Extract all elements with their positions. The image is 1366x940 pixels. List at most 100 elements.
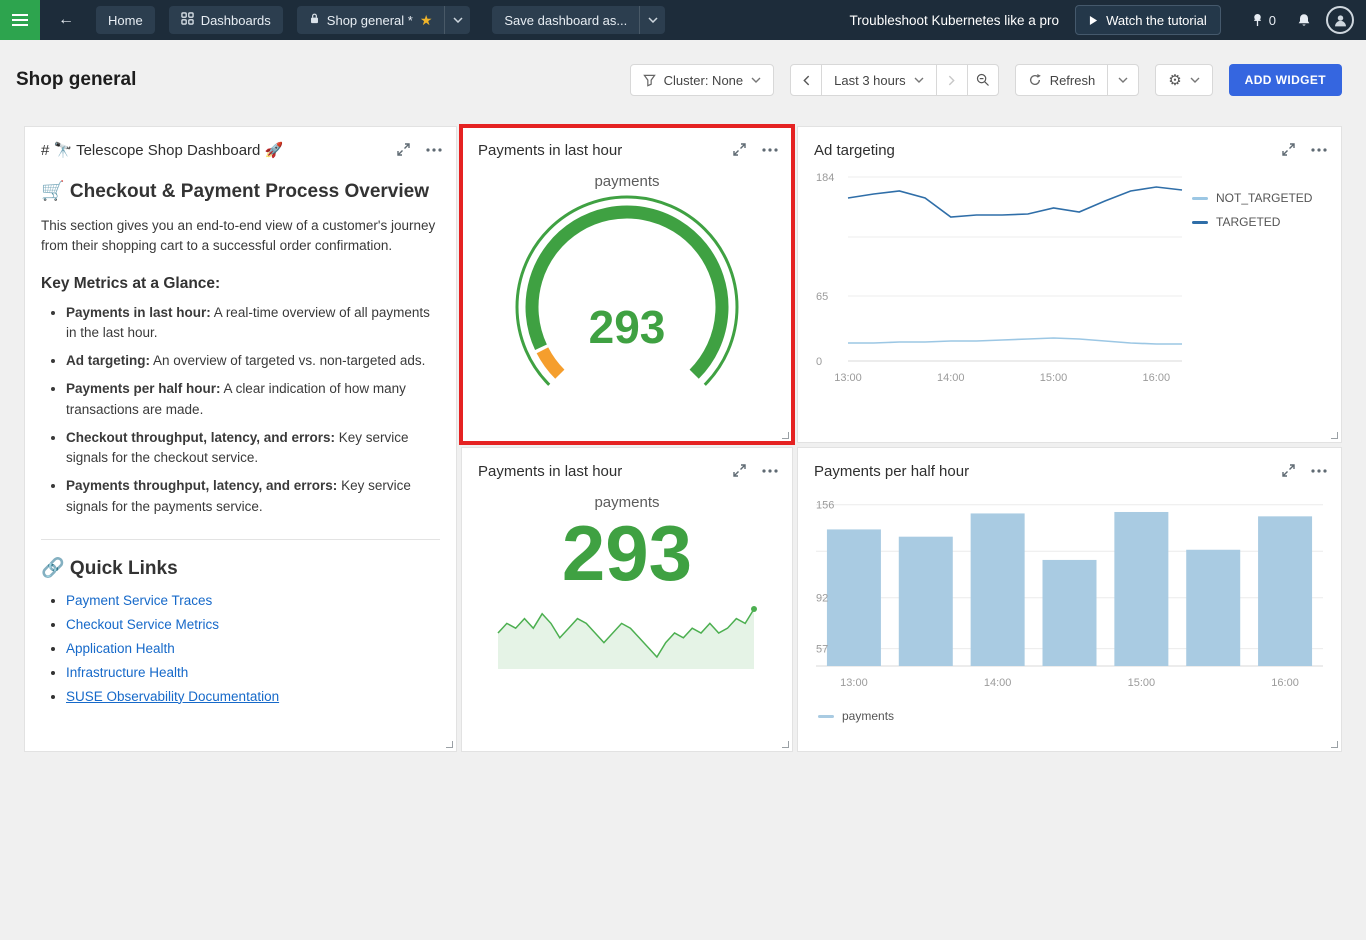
dashboard-selector: Shop general * ★ [296,6,471,34]
chevron-down-icon [453,17,463,23]
chevron-down-icon [1190,77,1200,83]
widget-title: Ad targeting [814,142,895,159]
promo-text: Troubleshoot Kubernetes like a pro [849,12,1060,28]
time-range-button[interactable]: Last 3 hours [821,64,937,96]
home-label: Home [108,12,143,28]
expand-widget-button[interactable] [1282,464,1295,477]
link-payment-service-traces[interactable]: Payment Service Traces [66,593,212,608]
widget-payments-gauge[interactable]: Payments in last hour payments 293 [459,124,795,445]
sparkline-chart [496,599,758,676]
dashboard-name-button[interactable]: Shop general * ★ [296,6,445,34]
link-infrastructure-health[interactable]: Infrastructure Health [66,665,188,680]
person-icon [1334,14,1346,26]
dashboards-button[interactable]: Dashboards [168,6,283,34]
list-item: Payments throughput, latency, and errors… [66,476,440,517]
bar-chart-body: 156 92 57 13:00 14:00 15:00 16:00 payments [798,484,1341,723]
resize-handle[interactable] [446,741,453,748]
zoom-out-icon [976,73,989,86]
dashboard-controls: Cluster: None Last 3 hours Refresh ⚙ ADD… [629,64,1342,96]
legend-label: payments [842,709,895,723]
resize-handle[interactable] [782,741,789,748]
topbar: ← Home Dashboards Shop general * ★ Save … [0,0,1366,40]
widget-title: Payments in last hour [478,463,623,480]
time-range-group: Last 3 hours [790,64,999,96]
link-application-health[interactable]: Application Health [66,641,175,656]
link-checkout-service-metrics[interactable]: Checkout Service Metrics [66,617,219,632]
dashboard-settings-button[interactable]: ⚙ [1155,64,1213,96]
avatar[interactable] [1326,6,1354,34]
svg-text:16:00: 16:00 [1143,372,1171,384]
widget-payments-per-half-hour: Payments per half hour 156 92 57 13:00 14:00… [797,447,1342,752]
link-suse-observability-docs[interactable]: SUSE Observability Documentation [66,689,279,704]
page-title: Shop general [16,69,137,90]
favorite-star-icon[interactable]: ★ [420,12,433,29]
pinned-items-button[interactable]: 0 [1241,0,1286,40]
watch-tutorial-button[interactable]: Watch the tutorial [1075,5,1221,35]
refresh-options-button[interactable] [1107,64,1140,96]
expand-widget-button[interactable] [1282,143,1295,156]
widget-menu-button[interactable] [1311,147,1327,152]
ellipsis-icon [762,147,778,152]
widget-menu-button[interactable] [426,147,442,152]
gauge-svg [515,195,739,386]
time-back-button[interactable] [790,64,823,96]
chart-legend: payments [814,709,1325,723]
quick-links-list: Payment Service Traces Checkout Service … [41,593,440,704]
list-item: Payment Service Traces [66,593,440,608]
cluster-filter-button[interactable]: Cluster: None [629,64,775,96]
ellipsis-icon [426,147,442,152]
zoom-out-button[interactable] [966,64,999,96]
chart-legend: NOT_TARGETED TARGETED [1192,165,1312,397]
home-button[interactable]: Home [96,6,155,34]
add-widget-button[interactable]: ADD WIDGET [1228,64,1342,96]
play-icon [1089,15,1098,25]
svg-text:57: 57 [816,644,828,656]
ellipsis-icon [1311,468,1327,473]
expand-icon [733,464,746,477]
list-item: Payments in last hour: A real-time overv… [66,303,440,344]
back-button[interactable]: ← [50,0,82,40]
pin-count: 0 [1268,12,1276,28]
lock-icon [309,12,320,28]
gauge-chart: 293 [492,194,762,391]
save-dashboard-caret-button[interactable] [639,6,666,34]
bar-chart: 156 92 57 13:00 14:00 15:00 16:00 [816,500,1323,689]
expand-widget-button[interactable] [733,143,746,156]
widget-header: Payments per half hour [798,448,1341,484]
widget-title: Payments per half hour [814,463,970,480]
expand-icon [1282,143,1295,156]
notifications-button[interactable] [1286,0,1322,40]
expand-widget-button[interactable] [733,464,746,477]
sparkline-svg [497,605,757,669]
resize-handle[interactable] [1331,741,1338,748]
resize-handle[interactable] [1331,432,1338,439]
save-dashboard-as-label: Save dashboard as... [504,12,628,28]
widget-menu-button[interactable] [762,147,778,152]
list-item: Checkout Service Metrics [66,617,440,632]
svg-text:0: 0 [816,356,822,368]
menu-button[interactable] [0,0,40,40]
legend-swatch [1192,196,1208,200]
quick-links-heading: 🔗 Quick Links [41,557,178,579]
widget-telescope-notes: # 🔭 Telescope Shop Dashboard 🚀 🛒 Checkou… [24,126,457,752]
refresh-button[interactable]: Refresh [1014,64,1109,96]
widget-menu-button[interactable] [762,468,778,473]
svg-text:156: 156 [816,500,834,512]
expand-icon [397,143,410,156]
widget-menu-button[interactable] [1311,468,1327,473]
svg-text:13:00: 13:00 [834,372,862,384]
save-dashboard-as-button[interactable]: Save dashboard as... [492,6,640,34]
series-label: payments [594,173,660,190]
time-forward-button[interactable] [935,64,968,96]
time-range-label: Last 3 hours [834,72,906,88]
dashboard-selector-caret-button[interactable] [444,6,471,34]
legend-item[interactable]: NOT_TARGETED [1192,191,1312,205]
resize-handle[interactable] [782,432,789,439]
legend-item[interactable]: TARGETED [1192,215,1312,229]
expand-widget-button[interactable] [397,143,410,156]
list-item: SUSE Observability Documentation [66,689,440,704]
list-item: Infrastructure Health [66,665,440,680]
legend-label: NOT_TARGETED [1216,191,1313,205]
big-number-value: 293 [561,509,693,597]
refresh-icon [1028,73,1042,87]
